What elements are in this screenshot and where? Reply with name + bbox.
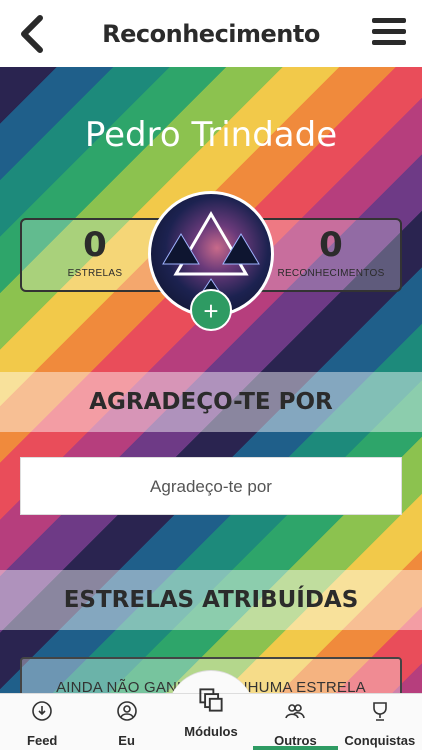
tab-eu-label: Eu	[118, 733, 135, 748]
recognitions-label: RECONHECIMENTOS	[277, 268, 385, 279]
back-arrow-icon	[21, 15, 43, 53]
thanks-section-title: AGRADEÇO-TE POR	[0, 372, 422, 432]
stars-label: ESTRELAS	[67, 268, 123, 279]
feed-icon	[32, 701, 53, 721]
hamburger-menu-icon	[372, 18, 406, 23]
stars-section-title: ESTRELAS ATRIBUÍDAS	[0, 570, 422, 630]
app-header: Reconhecimento	[0, 0, 422, 67]
modules-icon	[199, 688, 223, 712]
tab-modulos[interactable]: Módulos	[169, 688, 253, 750]
stars-count: 0	[83, 225, 107, 265]
tab-feed[interactable]: Feed	[0, 694, 84, 750]
back-button[interactable]	[16, 14, 50, 54]
stars-stat: 0 ESTRELAS	[50, 226, 140, 279]
profile-background: Pedro Trindade 0 ESTRELAS 0 RECONHECIMEN…	[0, 67, 422, 693]
tab-outros[interactable]: Outros	[253, 694, 339, 750]
tab-conquistas-label: Conquistas	[344, 733, 416, 748]
tab-outros-label: Outros	[274, 733, 317, 748]
tab-feed-label: Feed	[27, 733, 58, 748]
add-recognition-button[interactable]: +	[190, 289, 232, 331]
tab-conquistas[interactable]: Conquistas	[338, 694, 422, 750]
page-title: Reconhecimento	[102, 19, 320, 48]
user-icon	[116, 701, 137, 721]
profile-name: Pedro Trindade	[84, 115, 338, 155]
tab-bar: Feed Eu Módulos Outros Conquistas	[0, 688, 422, 750]
recognitions-stat: 0 RECONHECIMENTOS	[276, 226, 386, 279]
people-icon	[285, 704, 306, 719]
recognitions-count: 0	[319, 225, 343, 265]
menu-button[interactable]	[372, 18, 406, 48]
thanks-input[interactable]: Agradeço-te por	[20, 457, 402, 515]
tab-modulos-label: Módulos	[184, 724, 238, 739]
tab-eu[interactable]: Eu	[84, 694, 168, 750]
trophy-icon	[373, 702, 387, 721]
